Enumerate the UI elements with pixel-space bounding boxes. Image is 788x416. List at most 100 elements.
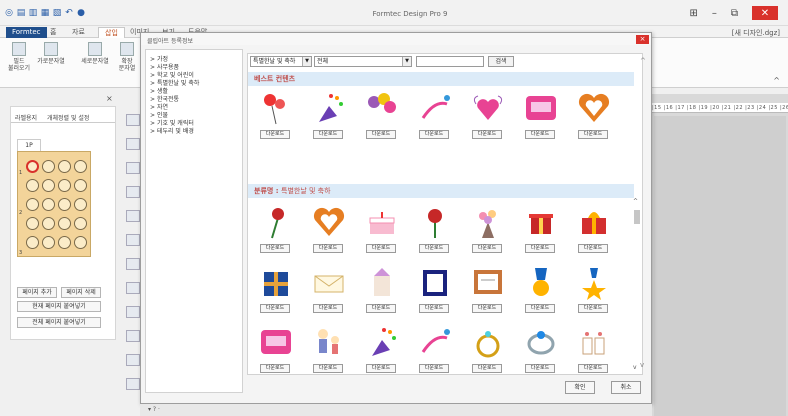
label-cell[interactable] [74, 198, 87, 211]
tab-insert[interactable]: 삽입 [98, 27, 125, 38]
scroll-up-icon[interactable]: ^ [633, 198, 638, 205]
download-button[interactable]: 다운로드 [578, 130, 608, 139]
label-cell[interactable] [74, 160, 87, 173]
diamond-ring-icon[interactable] [523, 324, 559, 360]
heart-wreath-icon[interactable] [576, 90, 612, 126]
rose-bouquet-icon[interactable] [258, 204, 294, 240]
download-button[interactable]: 다운로드 [472, 244, 502, 253]
tab-object-align[interactable]: 개체정렬 및 설정 [47, 113, 89, 122]
download-button[interactable]: 다운로드 [260, 244, 290, 253]
label-cell[interactable] [26, 160, 39, 173]
scroll-down-icon[interactable]: v [640, 361, 644, 369]
ribbon-display-icon[interactable]: ⊞ [689, 8, 697, 19]
clipart-item[interactable]: 다운로드 [254, 264, 298, 316]
table-tool-icon[interactable] [126, 282, 140, 294]
certificate-folder-icon[interactable] [417, 264, 453, 300]
label-preview[interactable]: 1 2 3 [17, 151, 91, 257]
clipart-item[interactable]: 다운로드 [254, 90, 298, 142]
save-icon[interactable]: ▧ [52, 8, 62, 18]
balloons-icon[interactable] [258, 90, 294, 126]
panel-close-icon[interactable]: × [106, 94, 113, 103]
star-medal-icon[interactable] [576, 264, 612, 300]
close-button[interactable]: ✕ [752, 6, 778, 20]
design-canvas[interactable]: |15 |16 |17 |18 |19 |20 |21 |22 |23 |24 … [652, 94, 788, 416]
party-blower-icon[interactable] [417, 90, 453, 126]
label-cell[interactable] [26, 179, 39, 192]
clipart-item[interactable]: 다운로드 [413, 324, 457, 376]
download-button[interactable]: 다운로드 [419, 244, 449, 253]
gift-box-icon[interactable] [523, 204, 559, 240]
field-tool-icon[interactable] [126, 210, 140, 222]
download-button[interactable]: 다운로드 [260, 364, 290, 373]
label-cell[interactable] [26, 236, 39, 249]
clipart-item[interactable]: 다운로드 [360, 264, 404, 316]
dialog-close-button[interactable]: × [636, 35, 649, 44]
extended-text-button[interactable]: 확장 문자열 [112, 42, 142, 72]
download-button[interactable]: 다운로드 [419, 364, 449, 373]
restore-button[interactable]: ⧉ [731, 8, 738, 19]
label-cell[interactable] [74, 217, 87, 230]
clipart-item[interactable]: 다운로드 [466, 324, 510, 376]
label-cell[interactable] [58, 198, 71, 211]
barcode-tool-icon[interactable] [126, 162, 140, 174]
clipart-item[interactable]: 다운로드 [413, 90, 457, 142]
envelope-icon[interactable] [311, 264, 347, 300]
label-cell[interactable] [42, 179, 55, 192]
label-cell[interactable] [42, 217, 55, 230]
ok-button[interactable]: 확인 [565, 381, 595, 394]
download-button[interactable]: 다운로드 [366, 244, 396, 253]
clipart-item[interactable]: 다운로드 [307, 204, 351, 256]
clipart-item[interactable]: 다운로드 [466, 204, 510, 256]
delete-page-button[interactable]: 페이지 삭제 [61, 287, 101, 298]
download-button[interactable]: 다운로드 [313, 244, 343, 253]
redo-icon[interactable]: ● [76, 8, 86, 18]
canvas-paper[interactable] [654, 116, 786, 416]
clipart-item[interactable]: 다운로드 [466, 90, 510, 142]
tree-item[interactable]: > 테두리 및 배경 [150, 126, 194, 135]
undo-icon[interactable]: ↶ [64, 8, 74, 18]
download-button[interactable]: 다운로드 [472, 304, 502, 313]
label-cell[interactable] [26, 217, 39, 230]
party-blower-icon[interactable] [417, 324, 453, 360]
page-tab[interactable]: 1P [17, 139, 41, 151]
category-select[interactable]: 특별한날 및 축하 ▼ [250, 56, 312, 67]
content-scrollbar[interactable]: ^ v [639, 53, 649, 375]
line-tool-icon[interactable] [126, 258, 140, 270]
clipart-item[interactable]: 다운로드 [254, 324, 298, 376]
heart-wreath-icon[interactable] [311, 204, 347, 240]
label-cell[interactable] [42, 236, 55, 249]
folder-icon[interactable]: ▦ [40, 8, 50, 18]
clipart-item[interactable]: 다운로드 [360, 204, 404, 256]
clipart-item[interactable]: 다운로드 [572, 324, 616, 376]
clipart-item[interactable]: 다운로드 [519, 90, 563, 142]
download-button[interactable]: 다운로드 [313, 130, 343, 139]
label-cell[interactable] [58, 217, 71, 230]
download-button[interactable]: 다운로드 [366, 130, 396, 139]
gift-box-gold-icon[interactable] [576, 204, 612, 240]
download-button[interactable]: 다운로드 [525, 304, 555, 313]
ribbon-gift-bag-icon[interactable] [364, 264, 400, 300]
clipart-item[interactable]: 다운로드 [466, 264, 510, 316]
label-cell[interactable] [74, 179, 87, 192]
label-cell[interactable] [74, 236, 87, 249]
download-button[interactable]: 다운로드 [260, 304, 290, 313]
download-button[interactable]: 다운로드 [419, 304, 449, 313]
label-cell[interactable] [26, 198, 39, 211]
rose-icon[interactable] [417, 204, 453, 240]
tab-label-paper[interactable]: 라벨용지 [15, 113, 37, 122]
label-cell[interactable] [58, 236, 71, 249]
clipart-item[interactable]: 다운로드 [413, 204, 457, 256]
party-popper-icon[interactable] [311, 90, 347, 126]
select-tool-icon[interactable] [126, 114, 140, 126]
image-tool-icon[interactable] [126, 186, 140, 198]
flower-bouquet-icon[interactable] [470, 204, 506, 240]
download-button[interactable]: 다운로드 [472, 130, 502, 139]
download-button[interactable]: 다운로드 [525, 130, 555, 139]
shape-tool-icon[interactable] [126, 234, 140, 246]
winged-heart-icon[interactable] [470, 90, 506, 126]
clipart-item[interactable]: 다운로드 [254, 204, 298, 256]
minimize-button[interactable]: – [712, 8, 717, 19]
download-button[interactable]: 다운로드 [578, 304, 608, 313]
download-button[interactable]: 다운로드 [525, 244, 555, 253]
download-button[interactable]: 다운로드 [260, 130, 290, 139]
